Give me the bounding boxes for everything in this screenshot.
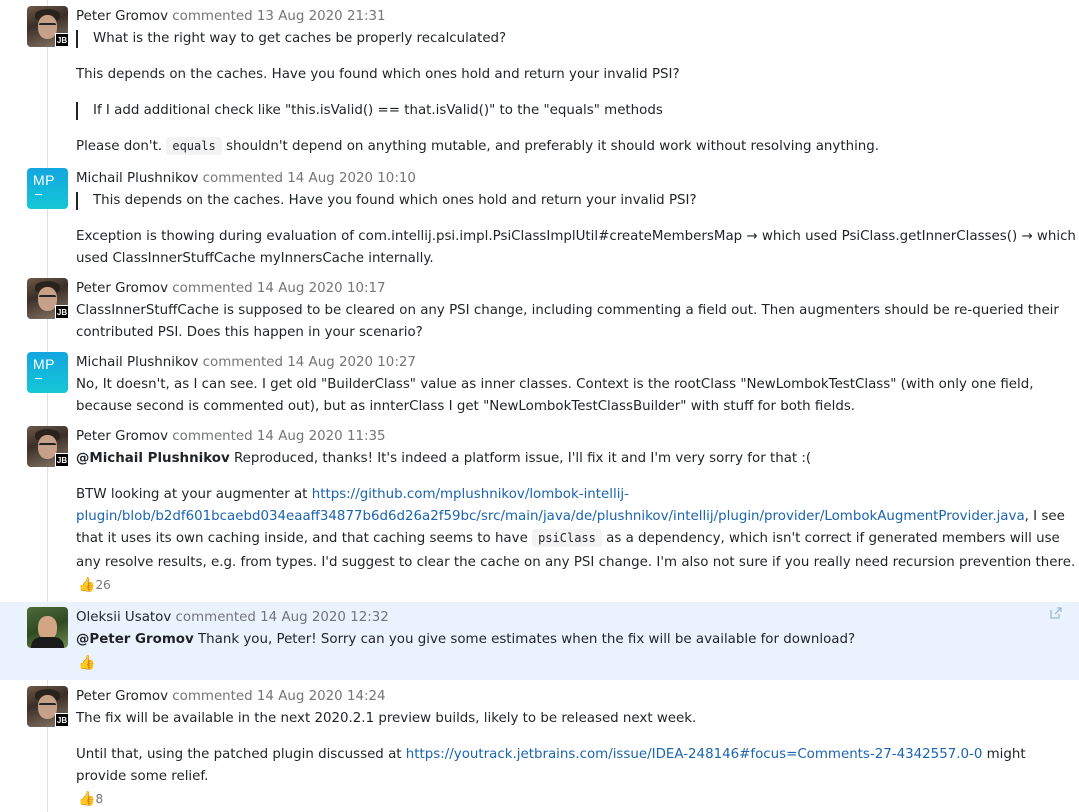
- comment-text: The fix will be available in the next 20…: [76, 711, 697, 726]
- reaction-count: 26: [95, 578, 111, 592]
- comment-text: Please don't. equals shouldn't depend on…: [76, 137, 880, 155]
- comment-text: contributed PSI. Does this happen in you…: [76, 325, 423, 340]
- author-name[interactable]: Peter Gromov: [76, 9, 168, 24]
- comment: MP Michail Plushnikov commented 14 Aug 2…: [0, 349, 1079, 424]
- quote-block: This depends on the caches. Have you fou…: [76, 192, 697, 210]
- comment-timestamp[interactable]: commented 14 Aug 2020 12:32: [176, 610, 389, 625]
- comment-text: Until that, using the patched plugin dis…: [76, 747, 1026, 762]
- comment-text: Exception is thowing during evaluation o…: [76, 229, 1076, 244]
- inline-code: equals: [166, 137, 222, 155]
- author-name[interactable]: Peter Gromov: [76, 689, 168, 704]
- comment-text: because second is commented out), but as…: [76, 399, 856, 414]
- comment-text: plugin/blob/b2df601bcaebd034eaaff34877b6…: [76, 509, 1065, 524]
- author-name[interactable]: Michail Plushnikov: [76, 355, 198, 370]
- author-name[interactable]: Michail Plushnikov: [76, 171, 198, 186]
- youtrack-issue-link[interactable]: https://youtrack.jetbrains.com/issue/IDE…: [406, 747, 983, 762]
- reaction-button[interactable]: 👍: [78, 655, 95, 671]
- comment-header: Peter Gromov commented 14 Aug 2020 11:35: [76, 429, 386, 444]
- comment-timestamp[interactable]: commented 13 Aug 2020 21:31: [172, 9, 385, 24]
- jetbrains-badge-icon: JB: [55, 713, 69, 727]
- user-mention[interactable]: @Peter Gromov: [76, 632, 194, 647]
- avatar[interactable]: MP: [27, 352, 68, 393]
- comment-text: This depends on the caches. Have you fou…: [76, 67, 680, 82]
- comment-header: Peter Gromov commented 13 Aug 2020 21:31: [76, 9, 386, 24]
- comment-timestamp[interactable]: commented 14 Aug 2020 10:17: [172, 281, 385, 296]
- augmenter-link[interactable]: plugin/blob/b2df601bcaebd034eaaff34877b6…: [76, 509, 1025, 524]
- comment-timestamp[interactable]: commented 14 Aug 2020 11:35: [172, 429, 385, 444]
- comment-text: @Michail Plushnikov Reproduced, thanks! …: [76, 451, 812, 466]
- comment: MP Michail Plushnikov commented 14 Aug 2…: [0, 165, 1079, 275]
- comment-timestamp[interactable]: commented 14 Aug 2020 10:27: [203, 355, 416, 370]
- comment-header: Michail Plushnikov commented 14 Aug 2020…: [76, 355, 416, 370]
- comment-text: provide some relief.: [76, 769, 209, 784]
- comment-text: @Peter Gromov Thank you, Peter! Sorry ca…: [76, 632, 856, 647]
- reaction-button[interactable]: 👍8: [78, 791, 103, 807]
- author-name[interactable]: Oleksii Usatov: [76, 610, 171, 625]
- quote-block: What is the right way to get caches be p…: [76, 30, 506, 48]
- thumbs-up-icon: 👍: [78, 791, 96, 807]
- comment-text: BTW looking at your augmenter at https:/…: [76, 487, 629, 502]
- comment-timestamp[interactable]: commented 14 Aug 2020 10:10: [203, 171, 416, 186]
- comment-text: that it uses its own caching inside, and…: [76, 529, 1060, 547]
- jetbrains-badge-icon: JB: [55, 453, 69, 467]
- jetbrains-badge-icon: JB: [55, 305, 69, 319]
- avatar[interactable]: MP: [27, 168, 68, 209]
- user-mention[interactable]: @Michail Plushnikov: [76, 451, 230, 466]
- comment-text: ClassInnerStuffCache is supposed to be c…: [76, 303, 1059, 318]
- author-name[interactable]: Peter Gromov: [76, 429, 168, 444]
- comment-text: No, It doesn't, as I can see. I get old …: [76, 377, 1034, 392]
- comment-text: used ClassInnerStuffCache myInnersCache …: [76, 251, 434, 266]
- reaction-button[interactable]: 👍26: [78, 577, 111, 593]
- comment: JB Peter Gromov commented 14 Aug 2020 10…: [0, 275, 1079, 350]
- avatar[interactable]: [27, 607, 68, 648]
- share-link-icon[interactable]: [1049, 606, 1063, 620]
- comment: JB Peter Gromov commented 14 Aug 2020 11…: [0, 423, 1079, 600]
- comment-highlighted: Oleksii Usatov commented 14 Aug 2020 12:…: [0, 602, 1079, 680]
- reaction-count: 8: [95, 792, 104, 806]
- augmenter-link[interactable]: https://github.com/mplushnikov/lombok-in…: [312, 487, 629, 502]
- comment-header: Peter Gromov commented 14 Aug 2020 10:17: [76, 281, 386, 296]
- comment: JB Peter Gromov commented 14 Aug 2020 14…: [0, 683, 1079, 812]
- comment-text: any resolve results, e.g. from types. I'…: [76, 555, 1076, 570]
- comment: JB Peter Gromov commented 13 Aug 2020 21…: [0, 0, 1079, 165]
- author-name[interactable]: Peter Gromov: [76, 281, 168, 296]
- quote-block: If I add additional check like "this.isV…: [76, 102, 663, 120]
- comment-header: Oleksii Usatov commented 14 Aug 2020 12:…: [76, 610, 389, 625]
- thumbs-up-icon: 👍: [78, 655, 96, 671]
- jetbrains-badge-icon: JB: [55, 33, 69, 47]
- inline-code: psiClass: [532, 529, 602, 547]
- comment-header: Peter Gromov commented 14 Aug 2020 14:24: [76, 689, 386, 704]
- thumbs-up-icon: 👍: [78, 577, 96, 593]
- comment-header: Michail Plushnikov commented 14 Aug 2020…: [76, 171, 416, 186]
- comment-timestamp[interactable]: commented 14 Aug 2020 14:24: [172, 689, 385, 704]
